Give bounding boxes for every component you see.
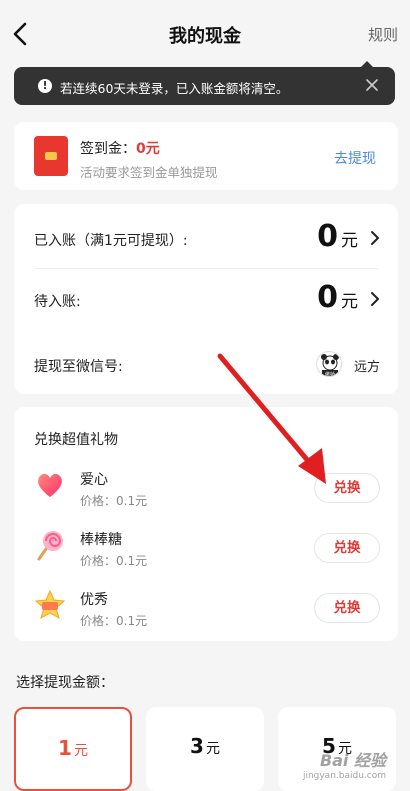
warning-icon: ! (38, 79, 52, 93)
go-withdraw-link[interactable]: 去提现 (334, 148, 376, 168)
gift-price: 价格：0.1元 (80, 614, 148, 628)
gift-price: 价格：0.1元 (80, 494, 148, 508)
gift-name: 棒棒糖 (80, 532, 122, 548)
avatar: 傲娇 (316, 351, 342, 377)
signin-bonus-label: 签到金： (80, 141, 136, 157)
page-title: 我的现金 (169, 26, 241, 47)
gift-item-lollipop: 棒棒糖 价格：0.1元 兑换 (14, 519, 398, 579)
gift-section-title: 兑换超值礼物 (34, 432, 118, 448)
lollipop-icon (37, 531, 63, 561)
gift-card: 兑换超值礼物 爱心 价格：0.1元 兑换 棒棒糖 价格：0.1元 兑换 优秀 价… (14, 407, 398, 641)
star-badge-icon (34, 589, 66, 620)
heart-icon (38, 473, 62, 497)
top-bar: 我的现金 规则 (0, 0, 410, 62)
credited-value: 0元 (317, 219, 358, 254)
gift-price: 价格：0.1元 (80, 554, 148, 568)
close-icon[interactable] (363, 76, 381, 94)
pending-amount: 0 (317, 280, 338, 315)
avatar-caption: 傲娇 (325, 371, 335, 377)
chevron-right-icon (371, 231, 379, 245)
watermark-title: Bai 经验 (319, 751, 386, 770)
wechat-name: 远方 (353, 360, 380, 375)
credited-row[interactable]: 已入账（满1元可提现）: 0元 (14, 208, 398, 270)
exchange-button[interactable]: 兑换 (314, 593, 380, 623)
wechat-row[interactable]: 提现至微信号: 傲娇 远方 (14, 334, 398, 396)
signin-bonus-card: 签到金：0元 活动要求签到金单独提现 去提现 (14, 122, 398, 190)
amount-option-3[interactable]: 3元 (146, 707, 264, 791)
pending-label: 待入账: (34, 294, 81, 310)
signin-bonus-amount: 0元 (136, 141, 160, 157)
amount-value: 1 (58, 736, 72, 760)
amount-unit: 元 (73, 743, 88, 759)
gift-name: 爱心 (80, 472, 108, 488)
account-card: 已入账（满1元可提现）: 0元 待入账: 0元 提现至微信号: 傲娇 远方 (14, 204, 398, 394)
pending-row[interactable]: 待入账: 0元 (14, 269, 398, 331)
warning-message: 若连续60天未登录，已入账金额将清空。 (60, 81, 289, 96)
gift-item-heart: 爱心 价格：0.1元 兑换 (14, 459, 398, 519)
red-envelope-icon (34, 136, 68, 176)
gift-name: 优秀 (80, 592, 108, 608)
credited-label: 已入账（满1元可提现）: (34, 233, 188, 249)
pending-unit: 元 (341, 292, 358, 312)
amount-unit: 元 (205, 741, 220, 757)
watermark-url: jingyan.baidu.com (302, 771, 386, 781)
gift-item-excellent: 优秀 价格：0.1元 兑换 (14, 579, 398, 639)
pending-value: 0元 (317, 280, 358, 315)
exchange-button[interactable]: 兑换 (314, 473, 380, 503)
signin-bonus-desc: 活动要求签到金单独提现 (80, 165, 218, 180)
rules-link[interactable]: 规则 (368, 24, 398, 45)
exchange-button[interactable]: 兑换 (314, 533, 380, 563)
credited-amount: 0 (317, 219, 338, 254)
watermark: Bai 经验 jingyan.baidu.com (303, 747, 386, 781)
amount-value: 3 (190, 734, 204, 758)
withdraw-amount-label: 选择提现金额： (16, 675, 114, 691)
amount-option-1[interactable]: 1元 (14, 707, 132, 791)
wechat-label: 提现至微信号: (34, 359, 123, 375)
chevron-right-icon (371, 292, 379, 306)
warning-tooltip: ! 若连续60天未登录，已入账金额将清空。 (14, 61, 395, 105)
signin-bonus-title: 签到金：0元 (80, 138, 160, 158)
tooltip-pointer (361, 61, 373, 67)
credited-unit: 元 (341, 231, 358, 251)
